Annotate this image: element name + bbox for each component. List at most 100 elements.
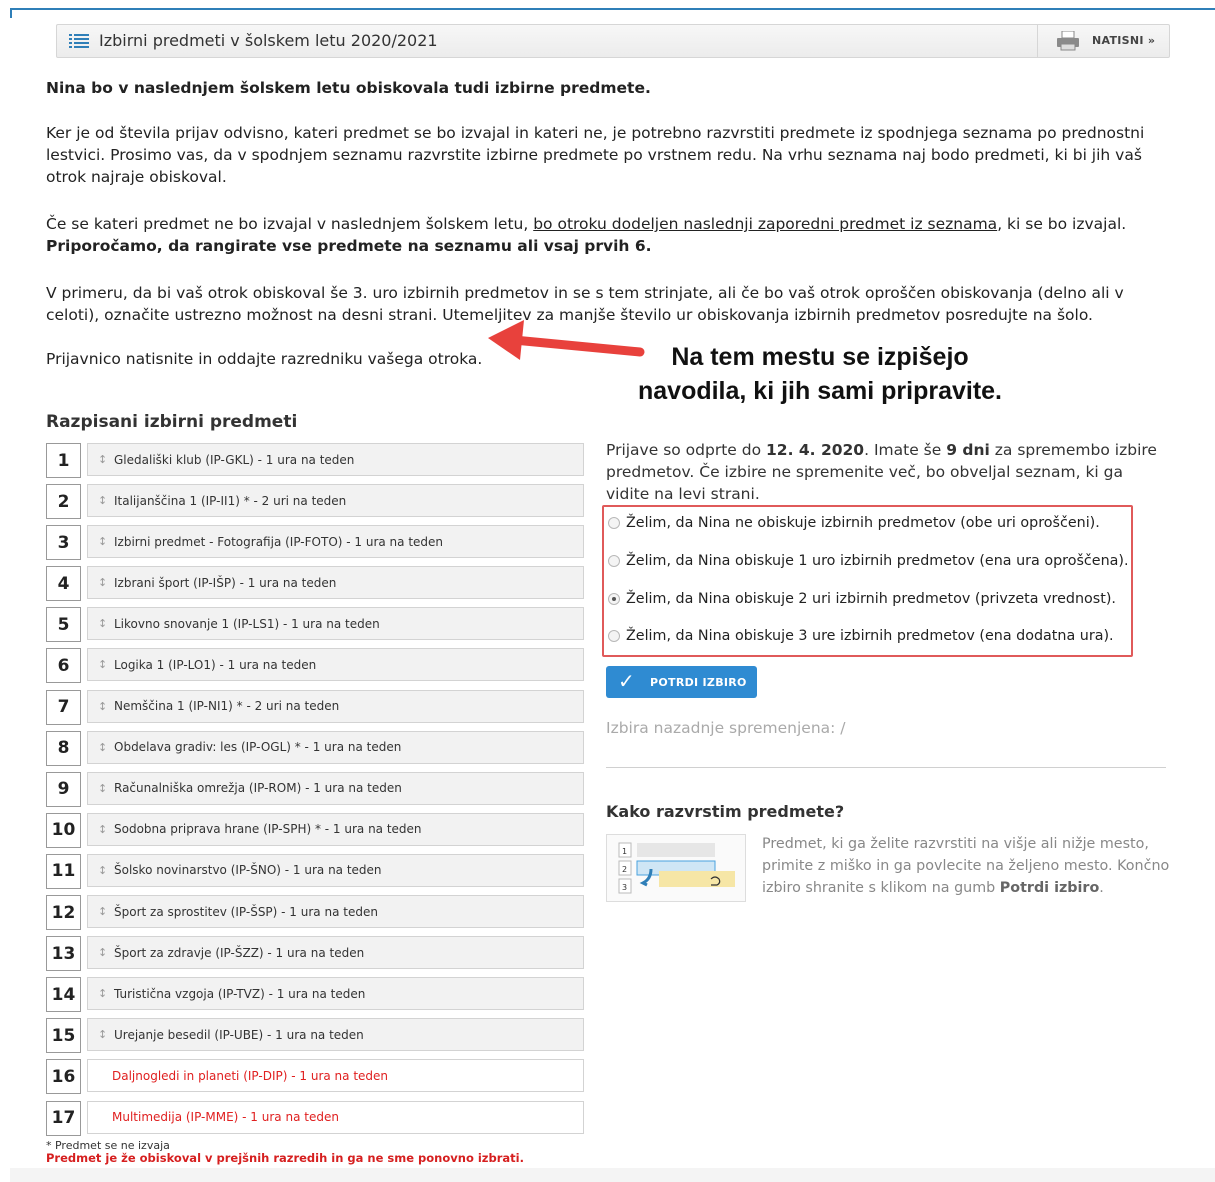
- subject-label: Nemščina 1 (IP-NI1) * - 2 uri na teden: [114, 699, 340, 714]
- rank-number: 10: [46, 812, 81, 848]
- radio-unchecked[interactable]: [608, 555, 620, 567]
- subject-label: Sodobna priprava hrane (IP-SPH) * - 1 ur…: [114, 822, 422, 837]
- drag-handle-icon: ↕: [98, 863, 108, 877]
- hours-option[interactable]: Želim, da Nina obiskuje 1 uro izbirnih p…: [608, 553, 1129, 569]
- confirm-choice-button[interactable]: ✓ POTRDI IZBIRO: [606, 666, 757, 698]
- drag-illustration: 1 2 3: [606, 834, 746, 902]
- subject-label: Šport za zdravje (IP-ŠZZ) - 1 ura na ted…: [114, 945, 365, 960]
- subject-row: 14 ↕ Turistična vzgoja (IP-TVZ) - 1 ura na…: [46, 977, 586, 1018]
- print-button-label: NATISNI »: [1092, 34, 1156, 47]
- subject-row: 11 ↕ Šolsko novinarstvo (IP-ŠNO) - 1 ura n…: [46, 853, 586, 895]
- radio-unchecked[interactable]: [608, 630, 620, 642]
- subject-row: 9 ↕ Računalniška omrežja (IP-ROM) - 1 ura …: [46, 771, 586, 813]
- rank-number: 13: [46, 936, 81, 972]
- subject-row: 10 ↕ Sodobna priprava hrane (IP-SPH) * - 1…: [46, 812, 586, 854]
- hours-option-label: Želim, da Nina obiskuje 1 uro izbirnih p…: [626, 553, 1129, 569]
- subject-row: 17 Multimedija (IP-MME) - 1 ura na teden: [46, 1100, 586, 1142]
- rank-number: 12: [46, 895, 81, 931]
- subject-item-draggable[interactable]: ↕ Logika 1 (IP-LO1) - 1 ura na teden: [87, 648, 584, 682]
- subject-item-draggable[interactable]: ↕ Urejanje besedil (IP-UBE) - 1 ura na te…: [87, 1018, 584, 1052]
- subject-item-draggable[interactable]: ↕ Obdelava gradiv: les (IP-OGL) * - 1 ura…: [87, 730, 584, 764]
- howto-text: Predmet, ki ga želite razvrstiti na višj…: [762, 833, 1172, 899]
- subject-item-draggable[interactable]: ↕ Sodobna priprava hrane (IP-SPH) * - 1 u…: [87, 812, 584, 846]
- subject-label: Likovno snovanje 1 (IP-LS1) - 1 ura na t…: [114, 616, 380, 631]
- subject-row: 16 Daljnogledi in planeti (IP-DIP) - 1 ur…: [46, 1059, 586, 1100]
- drag-handle-icon: ↕: [98, 905, 108, 919]
- page-title: Izbirni predmeti v šolskem letu 2020/202…: [99, 31, 438, 50]
- print-button[interactable]: NATISNI »: [1037, 25, 1169, 57]
- days-left: 9 dni: [946, 441, 990, 459]
- radio-checked[interactable]: [608, 593, 620, 605]
- subject-item-draggable[interactable]: ↕ Izbirni predmet - Fotografija (IP-FOTO)…: [87, 525, 584, 559]
- rank-number: 2: [46, 484, 81, 520]
- subject-list-title: Razpisani izbirni predmeti: [46, 412, 298, 432]
- deadline-info: Prijave so odprte do 12. 4. 2020. Imate …: [606, 439, 1171, 505]
- top-border: [10, 8, 1215, 10]
- subject-item-draggable[interactable]: ↕ Računalniška omrežja (IP-ROM) - 1 ura n…: [87, 771, 584, 805]
- subject-item-draggable[interactable]: ↕ Šport za sprostitev (IP-ŠSP) - 1 ura na…: [87, 895, 584, 929]
- note-already-attended: Predmet je že obiskoval v prejšnih razre…: [46, 1151, 524, 1165]
- subject-item-draggable[interactable]: ↕ Šolsko novinarstvo (IP-ŠNO) - 1 ura na …: [87, 853, 584, 887]
- howto-title: Kako razvrstim predmete?: [606, 802, 845, 821]
- deadline-date: 12. 4. 2020: [766, 441, 865, 459]
- confirm-choice-label: POTRDI IZBIRO: [650, 676, 747, 689]
- hours-option[interactable]: Želim, da Nina ne obiskuje izbirnih pred…: [608, 515, 1100, 531]
- subject-row: 15 ↕ Urejanje besedil (IP-UBE) - 1 ura na …: [46, 1018, 586, 1059]
- hours-option-label: Želim, da Nina obiskuje 2 uri izbirnih p…: [626, 591, 1116, 607]
- rank-number: 15: [46, 1018, 81, 1054]
- subject-item-draggable[interactable]: ↕ Italijanščina 1 (IP-II1) * - 2 uri na t…: [87, 484, 584, 518]
- subject-row: 7 ↕ Nemščina 1 (IP-NI1) * - 2 uri na teden: [46, 689, 586, 731]
- subject-row: 6 ↕ Logika 1 (IP-LO1) - 1 ura na teden: [46, 648, 586, 689]
- bottom-bar: [10, 1168, 1215, 1182]
- drag-handle-icon: ↕: [98, 453, 108, 466]
- subject-label: Izbrani šport (IP-IŠP) - 1 ura na teden: [114, 575, 337, 590]
- subject-row: 4 ↕ Izbrani šport (IP-IŠP) - 1 ura na tede…: [46, 566, 586, 607]
- rank-number: 14: [46, 977, 81, 1013]
- subject-item-draggable[interactable]: ↕ Likovno snovanje 1 (IP-LS1) - 1 ura na …: [87, 607, 584, 641]
- subject-row: 12 ↕ Šport za sprostitev (IP-ŠSP) - 1 ura …: [46, 895, 586, 936]
- subject-label: Računalniška omrežja (IP-ROM) - 1 ura na…: [114, 781, 402, 796]
- drag-handle-icon: ↕: [98, 740, 108, 754]
- subject-label: Izbirni predmet - Fotografija (IP-FOTO) …: [114, 534, 444, 549]
- drag-illustration-rank-2: 2: [622, 865, 627, 874]
- howto-text-b: .: [1099, 880, 1104, 896]
- hours-option[interactable]: Želim, da Nina obiskuje 2 uri izbirnih p…: [608, 591, 1116, 607]
- rank-number: 11: [46, 853, 81, 889]
- subject-label: Urejanje besedil (IP-UBE) - 1 ura na ted…: [114, 1027, 364, 1042]
- subject-label: Obdelava gradiv: les (IP-OGL) * - 1 ura …: [114, 740, 402, 755]
- rank-number: 1: [46, 443, 81, 478]
- subject-label: Daljnogledi in planeti (IP-DIP) - 1 ura …: [112, 1068, 389, 1083]
- subject-item-draggable[interactable]: ↕ Šport za zdravje (IP-ŠZZ) - 1 ura na te…: [87, 936, 584, 970]
- subject-row: 1 ↕ Gledališki klub (IP-GKL) - 1 ura na te…: [46, 443, 586, 484]
- rank-number: 4: [46, 566, 81, 602]
- drag-handle-icon: ↕: [98, 494, 108, 508]
- printer-icon: [1057, 31, 1079, 51]
- intro-recommendation: Priporočamo, da rangirate vse predmete n…: [46, 237, 652, 255]
- drag-handle-icon: ↕: [98, 658, 108, 672]
- drag-handle-icon: ↕: [98, 946, 108, 960]
- hours-option[interactable]: Želim, da Nina obiskuje 3 ure izbirnih p…: [608, 628, 1114, 644]
- rank-number: 16: [46, 1059, 81, 1095]
- subject-item-draggable[interactable]: ↕ Izbrani šport (IP-IŠP) - 1 ura na teden: [87, 566, 584, 600]
- subject-item-draggable[interactable]: ↕ Gledališki klub (IP-GKL) - 1 ura na ted…: [87, 443, 584, 476]
- rank-number: 6: [46, 648, 81, 684]
- hours-options-group: Želim, da Nina ne obiskuje izbirnih pred…: [602, 505, 1133, 657]
- subject-item-draggable[interactable]: ↕ Nemščina 1 (IP-NI1) * - 2 uri na teden: [87, 689, 584, 723]
- drag-handle-icon: ↕: [98, 535, 108, 549]
- subject-label: Gledališki klub (IP-GKL) - 1 ura na tede…: [114, 452, 355, 467]
- deadline-info-text-b: . Imate še: [864, 441, 947, 459]
- radio-unchecked[interactable]: [608, 517, 620, 529]
- subject-rank-list: 1 ↕ Gledališki klub (IP-GKL) - 1 ura na te…: [46, 443, 586, 1142]
- drag-handle-icon: ↕: [98, 699, 108, 713]
- subject-row: 2 ↕ Italijanščina 1 (IP-II1) * - 2 uri na …: [46, 484, 586, 525]
- drag-handle-icon: ↕: [98, 576, 108, 590]
- hours-option-label: Želim, da Nina obiskuje 3 ure izbirnih p…: [626, 628, 1114, 644]
- subject-item-draggable[interactable]: ↕ Turistična vzgoja (IP-TVZ) - 1 ura na t…: [87, 977, 584, 1011]
- rank-number: 17: [46, 1100, 81, 1136]
- subject-label: Šport za sprostitev (IP-ŠSP) - 1 ura na …: [114, 904, 378, 919]
- divider: [606, 767, 1166, 768]
- subject-row: 13 ↕ Šport za zdravje (IP-ŠZZ) - 1 ura na …: [46, 936, 586, 977]
- rank-number: 7: [46, 689, 81, 725]
- hours-option-label: Želim, da Nina ne obiskuje izbirnih pred…: [626, 515, 1100, 531]
- subject-label: Multimedija (IP-MME) - 1 ura na teden: [112, 1110, 339, 1124]
